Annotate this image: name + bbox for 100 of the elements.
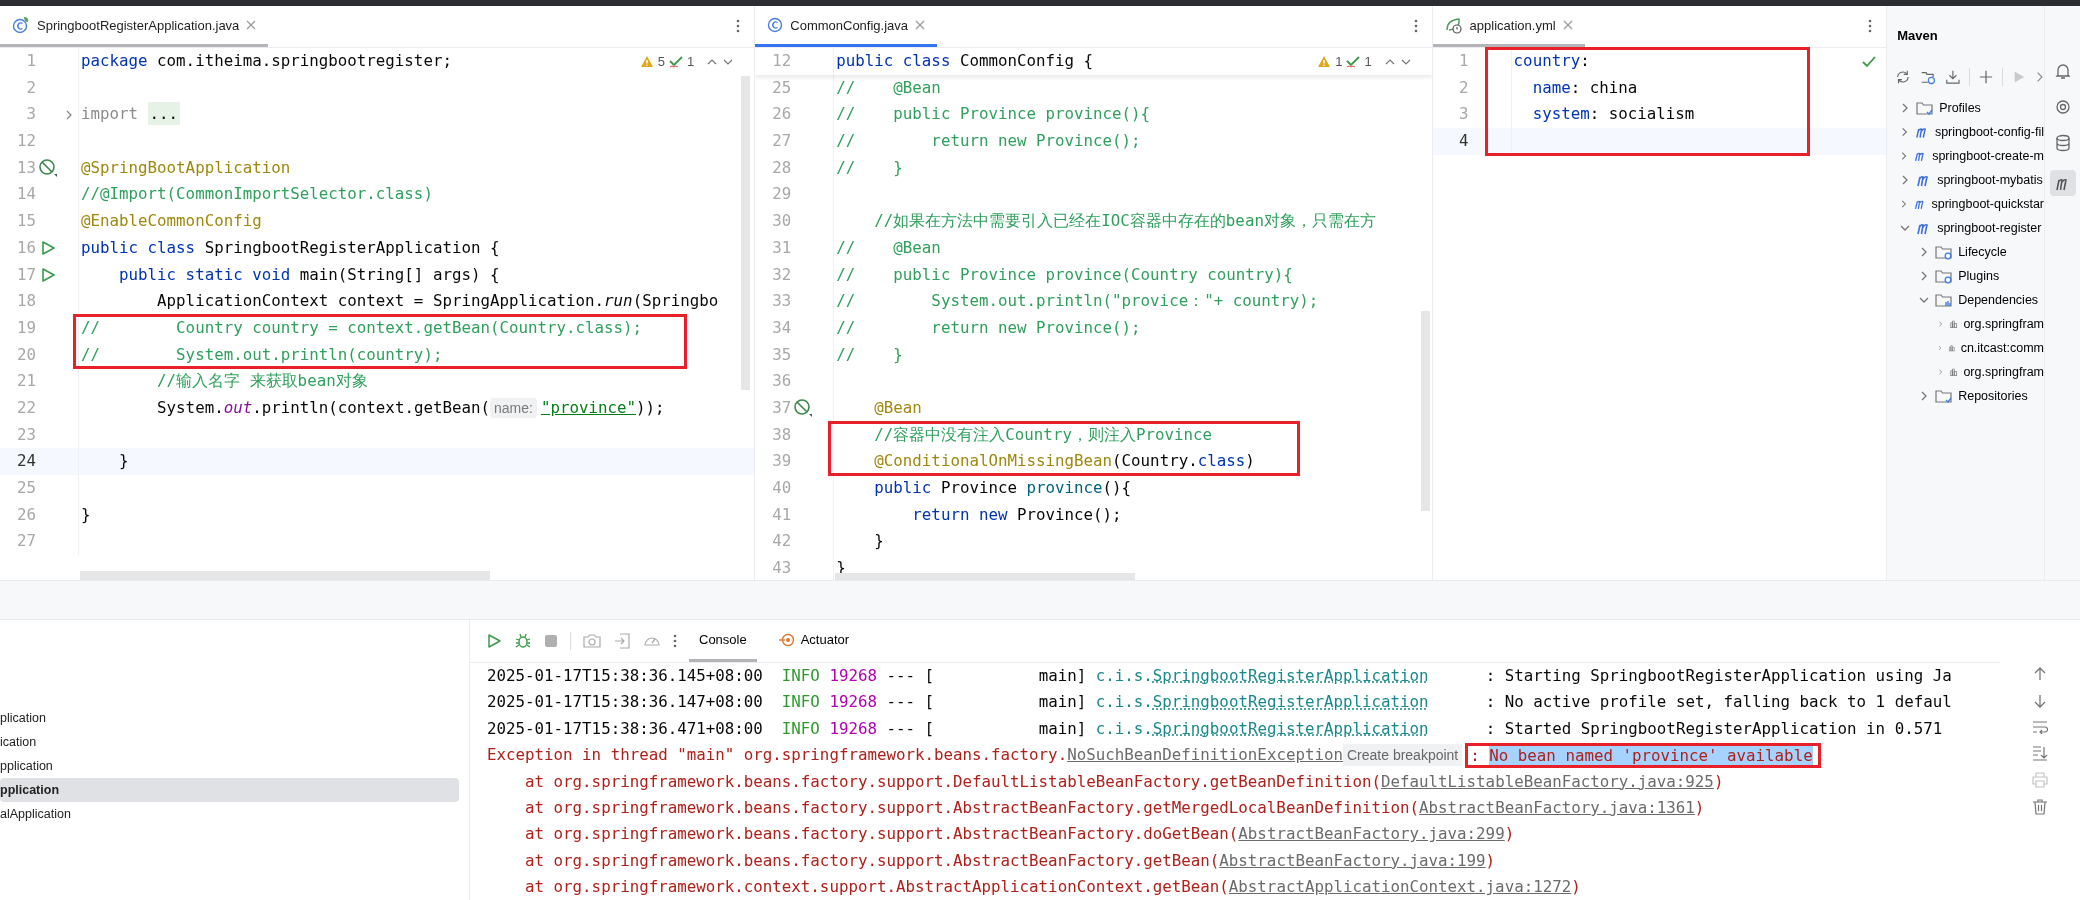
code-line: public class SpringbootRegisterApplication { <box>80 236 500 259</box>
line-number: 25 <box>771 76 792 99</box>
circle-slash-icon[interactable] <box>793 398 814 419</box>
source-link[interactable]: AbstractApplicationContext.java:1272 <box>1228 874 1572 900</box>
chevron-icon[interactable] <box>64 108 74 121</box>
tree-item[interactable]: Plugins <box>1958 269 2000 283</box>
line-number: 27 <box>15 530 36 553</box>
tree-item[interactable]: springboot-register <box>1937 221 2042 235</box>
leaf-file-icon <box>1444 16 1463 34</box>
more-icon[interactable] <box>673 634 677 648</box>
logger-name: c.i.s. <box>1095 717 1153 740</box>
code-line: // @Bean <box>835 76 941 99</box>
service-item[interactable]: plication <box>0 706 459 730</box>
line-number: 27 <box>771 130 792 153</box>
tree-item[interactable]: org.springfram <box>1963 317 2044 331</box>
trash-icon[interactable] <box>2032 799 2048 815</box>
close-icon[interactable] <box>246 20 257 30</box>
editor-tab[interactable]: SpringbootRegisterApplication.java <box>0 6 269 47</box>
tree-item[interactable]: Dependencies <box>1958 293 2039 307</box>
logger-link[interactable]: SpringbootRegisterApplication <box>1152 663 1429 690</box>
line-number: 42 <box>771 530 792 553</box>
chevron-down-icon[interactable] <box>1399 57 1412 66</box>
scrollbar[interactable] <box>741 76 751 390</box>
warning-icon[interactable] <box>639 55 654 68</box>
close-icon[interactable] <box>915 20 926 30</box>
console-tab[interactable]: Actuator <box>768 620 860 662</box>
chevron-down-icon[interactable] <box>722 57 735 66</box>
process-id: 19268 <box>828 665 877 687</box>
log-text: : Started SpringbootRegisterApplication in 0.571 <box>1484 717 1943 740</box>
log-level: INFO <box>780 717 820 740</box>
tree-item[interactable]: Profiles <box>1939 101 1981 115</box>
bug-icon[interactable] <box>514 632 532 650</box>
log-text: 2025-01-17T15:38:36.471+08:00 <box>487 717 763 740</box>
run-icon[interactable] <box>486 633 502 649</box>
more-icon[interactable] <box>1868 19 1873 33</box>
arrow-up-icon[interactable] <box>2033 666 2047 682</box>
stop-icon[interactable] <box>544 634 558 648</box>
chevron-icon[interactable] <box>2035 70 2044 84</box>
service-item[interactable]: alApplication <box>0 802 459 826</box>
line-number: 28 <box>771 156 792 179</box>
tree-item[interactable]: org.springfram <box>1963 365 2044 379</box>
refresh-icon[interactable] <box>1895 68 1911 86</box>
tree-item[interactable]: cn.itcast:comm <box>1960 341 2044 355</box>
database-icon[interactable] <box>2053 134 2072 152</box>
plus-icon[interactable] <box>1979 69 1994 85</box>
warning-icon[interactable] <box>1317 55 1332 68</box>
tree-item[interactable]: Repositories <box>1958 389 2028 403</box>
scrollbar[interactable] <box>835 572 1136 580</box>
chevron-right-icon[interactable] <box>1899 198 1909 210</box>
tree-item[interactable]: springboot-create-m <box>1932 149 2044 163</box>
logger-link[interactable]: SpringbootRegisterApplication <box>1152 689 1429 716</box>
log-level: INFO <box>780 691 820 714</box>
chevron-up-icon[interactable] <box>706 57 719 66</box>
editor-tab[interactable]: application.yml <box>1432 6 1585 47</box>
code-line: // return new Province(); <box>835 316 1141 339</box>
inlay-hint[interactable]: Create breakpoint <box>1342 744 1463 767</box>
service-item[interactable]: ication <box>0 730 459 754</box>
source-link[interactable]: DefaultListableBeanFactory.java:925 <box>1381 768 1714 795</box>
close-icon[interactable] <box>1562 20 1573 30</box>
check-icon[interactable] <box>669 55 684 68</box>
run-icon[interactable] <box>40 240 56 257</box>
line-number: 35 <box>771 343 792 366</box>
code-line: // } <box>835 343 903 366</box>
login-icon[interactable] <box>613 632 631 650</box>
scrollbar[interactable] <box>80 571 490 580</box>
chevron-right-icon[interactable] <box>1899 150 1909 162</box>
source-link[interactable]: AbstractBeanFactory.java:1361 <box>1419 794 1695 822</box>
source-link[interactable]: AbstractBeanFactory.java:299 <box>1238 821 1505 848</box>
line-number: 12 <box>771 50 792 72</box>
logger-link[interactable]: SpringbootRegisterApplication <box>1152 715 1429 743</box>
tree-item[interactable]: springboot-config-fil <box>1934 125 2044 139</box>
circle-slash-icon[interactable] <box>38 158 58 179</box>
folded-code[interactable]: ... <box>147 102 181 126</box>
run-icon[interactable] <box>40 266 56 283</box>
bell-icon[interactable] <box>2053 62 2072 80</box>
service-item[interactable]: pplication <box>0 778 459 802</box>
code-text: System. <box>156 397 224 417</box>
chevron-up-icon[interactable] <box>1383 57 1396 66</box>
logger-name: c.i.s. <box>1095 691 1153 714</box>
source-link[interactable]: AbstractBeanFactory.java:199 <box>1219 847 1486 875</box>
maven-tool-button[interactable] <box>2049 170 2076 196</box>
wrap-icon[interactable] <box>2032 720 2048 734</box>
service-item[interactable]: pplication <box>0 754 459 778</box>
camera-icon[interactable] <box>583 633 601 649</box>
scrollbar[interactable] <box>1420 311 1430 511</box>
more-icon[interactable] <box>1413 19 1418 33</box>
line-number: 2 <box>1458 76 1469 99</box>
download-icon[interactable] <box>1944 68 1961 86</box>
console-tab[interactable]: Console <box>689 620 757 662</box>
arrow-down-icon[interactable] <box>2033 693 2047 709</box>
tree-item[interactable]: Lifecycle <box>1958 245 2007 259</box>
more-icon[interactable] <box>736 19 741 33</box>
tree-item[interactable]: springboot-mybatis <box>1937 173 2043 187</box>
line-number: 1 <box>25 50 36 72</box>
source-link[interactable]: NoSuchBeanDefinitionException <box>1067 742 1343 769</box>
check-icon[interactable] <box>1862 56 1877 68</box>
tree-item[interactable]: springboot-quickstar <box>1931 197 2044 211</box>
scroll-to-end-icon[interactable] <box>2032 745 2048 761</box>
check-icon[interactable] <box>1346 55 1361 68</box>
swirl-icon[interactable] <box>2053 98 2072 116</box>
